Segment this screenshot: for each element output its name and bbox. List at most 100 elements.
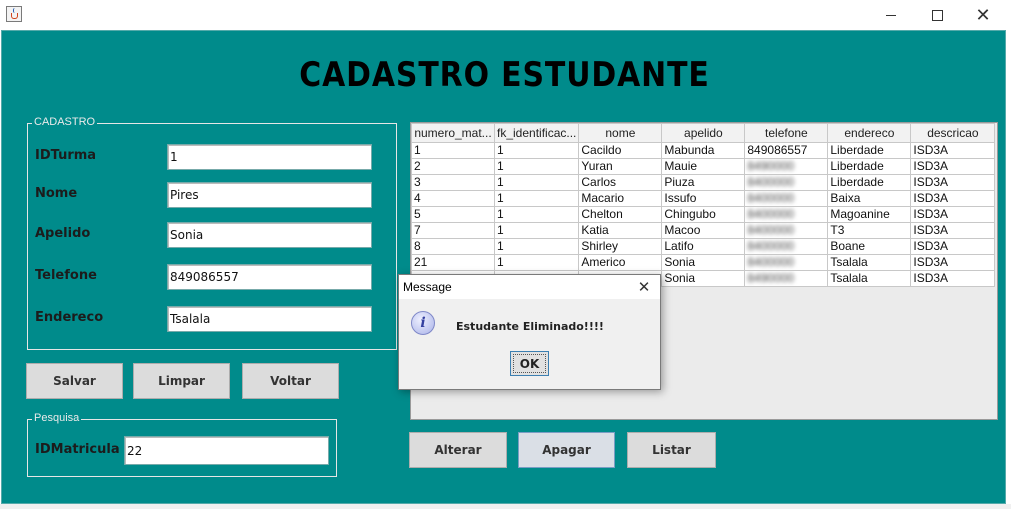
table-cell[interactable]: Carlos	[578, 174, 663, 191]
ok-button[interactable]: OK	[510, 351, 549, 376]
apelido-input[interactable]: Sonia	[167, 222, 372, 248]
table-cell[interactable]: 849086557	[744, 142, 829, 159]
nome-input[interactable]: Pires	[167, 182, 372, 208]
table-row[interactable]: 7 1 Katia Macoo 8400000 T3 ISD3A	[411, 222, 996, 239]
table-cell[interactable]: Yuran	[578, 158, 663, 175]
table-cell[interactable]: 1	[411, 142, 495, 159]
redacted-phone-cell[interactable]: 8490000	[744, 270, 829, 287]
alterar-button[interactable]: Alterar	[409, 432, 507, 468]
table-cell[interactable]: 5	[411, 206, 495, 223]
table-cell[interactable]: Piuza	[661, 174, 746, 191]
table-cell[interactable]: 1	[493, 222, 580, 239]
redacted-phone-cell[interactable]: 8400000	[744, 206, 829, 223]
redacted-phone: 8400000	[747, 223, 795, 238]
table-cell[interactable]: Mauie	[661, 158, 746, 175]
dialog-close-button[interactable]: ✕	[633, 277, 655, 297]
table-row[interactable]: 2 1 Yuran Mauie 8490000 Liberdade ISD3A	[411, 158, 996, 175]
table-cell[interactable]: 1	[493, 174, 580, 191]
table-cell[interactable]: Baixa	[827, 190, 912, 207]
redacted-phone-cell[interactable]: 8400000	[744, 222, 829, 239]
column-header[interactable]: numero_mat...	[411, 123, 495, 143]
redacted-phone: 8490000	[747, 271, 795, 286]
table-cell[interactable]: Sonia	[661, 270, 746, 287]
table-cell[interactable]: Tsalala	[827, 254, 912, 271]
table-row[interactable]: 21 1 Americo Sonia 8400000 Tsalala ISD3A	[411, 254, 996, 271]
table-cell[interactable]: 1	[493, 238, 580, 255]
table-cell[interactable]: 1	[493, 206, 580, 223]
table-cell[interactable]: Macoo	[661, 222, 746, 239]
message-dialog: Message ✕ i Estudante Eliminado!!!! OK	[398, 274, 661, 390]
table-cell[interactable]: Shirley	[578, 238, 663, 255]
table-cell[interactable]: Mabunda	[661, 142, 746, 159]
table-cell[interactable]: Liberdade	[827, 142, 912, 159]
table-cell[interactable]: ISD3A	[910, 206, 996, 223]
table-cell[interactable]: 7	[411, 222, 495, 239]
table-cell[interactable]: ISD3A	[910, 174, 996, 191]
apagar-button[interactable]: Apagar	[518, 432, 615, 468]
close-button[interactable]: ✕	[960, 0, 1006, 30]
table-cell[interactable]: Tsalala	[827, 270, 912, 287]
table-cell[interactable]: Cacildo	[578, 142, 663, 159]
table-cell[interactable]: Chingubo	[661, 206, 746, 223]
salvar-button[interactable]: Salvar	[26, 363, 123, 399]
column-header[interactable]: endereco	[827, 123, 912, 143]
redacted-phone-cell[interactable]: 8400000	[744, 190, 829, 207]
table-cell[interactable]: Macario	[578, 190, 663, 207]
redacted-phone-cell[interactable]: 8400000	[744, 254, 829, 271]
table-cell[interactable]: ISD3A	[910, 142, 996, 159]
table-cell[interactable]: 4	[411, 190, 495, 207]
table-cell[interactable]: 1	[493, 142, 580, 159]
table-cell[interactable]: ISD3A	[910, 158, 996, 175]
table-cell[interactable]: 2	[411, 158, 495, 175]
table-cell[interactable]: Americo	[578, 254, 663, 271]
table-row[interactable]: 3 1 Carlos Piuza 8400000 Liberdade ISD3A	[411, 174, 996, 191]
table-cell[interactable]: Issufo	[661, 190, 746, 207]
column-header[interactable]: fk_identificac...	[493, 123, 580, 143]
table-cell[interactable]: Magoanine	[827, 206, 912, 223]
minimize-button[interactable]	[868, 0, 914, 30]
idmatricula-label: IDMatricula	[35, 442, 120, 457]
redacted-phone-cell[interactable]: 8400000	[744, 174, 829, 191]
idmatricula-input[interactable]: 22	[124, 436, 329, 465]
table-cell[interactable]: Liberdade	[827, 174, 912, 191]
table-cell[interactable]: 21	[411, 254, 495, 271]
table-cell[interactable]: Katia	[578, 222, 663, 239]
table-cell[interactable]: Boane	[827, 238, 912, 255]
listar-button[interactable]: Listar	[627, 432, 716, 468]
table-cell[interactable]: ISD3A	[910, 254, 996, 271]
table-cell[interactable]: Sonia	[661, 254, 746, 271]
limpar-button[interactable]: Limpar	[133, 363, 230, 399]
table-cell[interactable]: Latifo	[661, 238, 746, 255]
table-cell[interactable]: 8	[411, 238, 495, 255]
table-cell[interactable]: 1	[493, 158, 580, 175]
table-row[interactable]: 1 1 Cacildo Mabunda 849086557 Liberdade …	[411, 142, 996, 159]
table-cell[interactable]: 1	[493, 190, 580, 207]
table-cell[interactable]: ISD3A	[910, 238, 996, 255]
table-cell[interactable]: 3	[411, 174, 495, 191]
table-row[interactable]: 8 1 Shirley Latifo 8400000 Boane ISD3A	[411, 238, 996, 255]
telefone-input[interactable]: 849086557	[167, 264, 372, 290]
voltar-button[interactable]: Voltar	[242, 363, 339, 399]
table-cell[interactable]: ISD3A	[910, 270, 996, 287]
column-header[interactable]: apelido	[661, 123, 746, 143]
column-header[interactable]: descricao	[910, 123, 996, 143]
redacted-phone-cell[interactable]: 8490000	[744, 158, 829, 175]
redacted-phone: 8400000	[747, 239, 795, 254]
table-cell[interactable]: 1	[493, 254, 580, 271]
close-icon: ✕	[637, 278, 651, 296]
column-header[interactable]: nome	[578, 123, 663, 143]
nome-label: Nome	[35, 186, 78, 201]
table-row[interactable]: 4 1 Macario Issufo 8400000 Baixa ISD3A	[411, 190, 996, 207]
column-header[interactable]: telefone	[744, 123, 829, 143]
table-cell[interactable]: Liberdade	[827, 158, 912, 175]
idturma-input[interactable]: 1	[167, 144, 372, 170]
table-cell[interactable]: ISD3A	[910, 190, 996, 207]
table-cell[interactable]: Chelton	[578, 206, 663, 223]
table-cell[interactable]: ISD3A	[910, 222, 996, 239]
students-table[interactable]: numero_mat... fk_identificac... nome ape…	[411, 123, 996, 287]
endereco-input[interactable]: Tsalala	[167, 306, 372, 332]
maximize-button[interactable]	[914, 0, 960, 30]
table-cell[interactable]: T3	[827, 222, 912, 239]
redacted-phone-cell[interactable]: 8400000	[744, 238, 829, 255]
table-row[interactable]: 5 1 Chelton Chingubo 8400000 Magoanine I…	[411, 206, 996, 223]
